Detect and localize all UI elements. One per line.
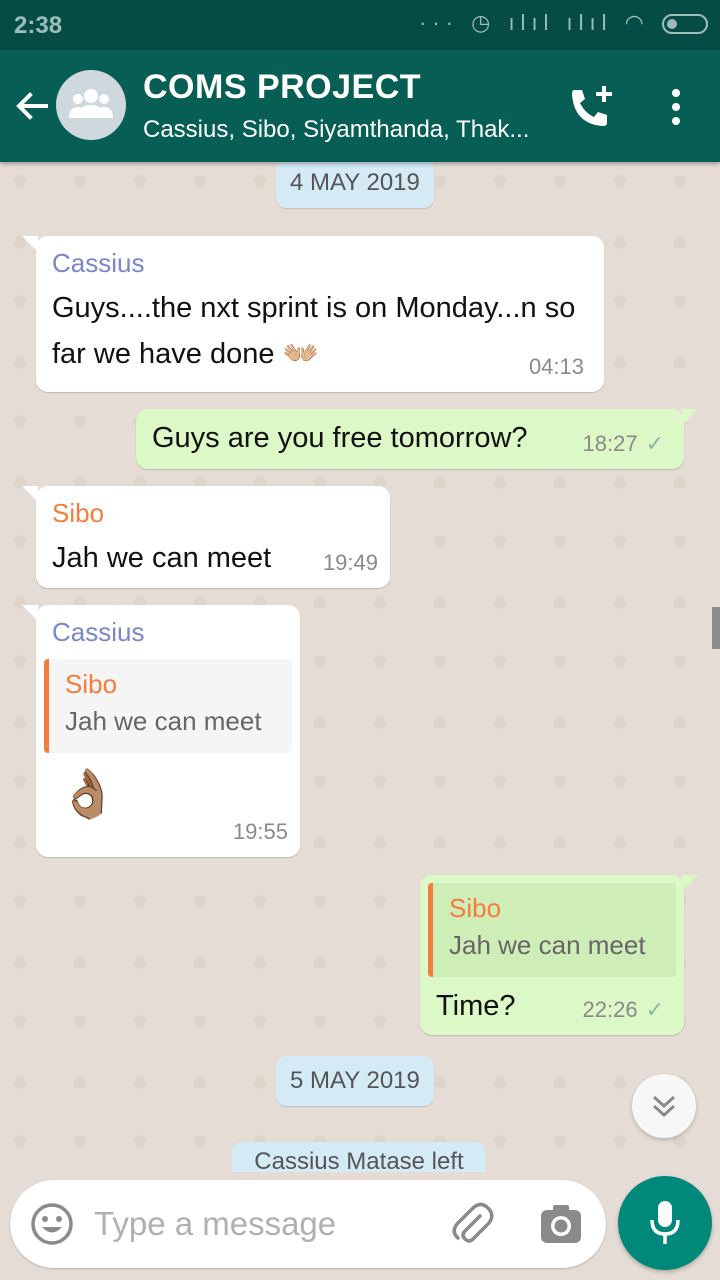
quoted-text: Jah we can meet <box>65 706 262 736</box>
back-button[interactable] <box>12 86 52 126</box>
add-call-button[interactable] <box>566 84 616 130</box>
message-bubble-outgoing[interactable]: Sibo Jah we can meet Time? 22:26 ✓ <box>420 875 698 1035</box>
voice-record-button[interactable] <box>618 1176 712 1270</box>
paperclip-icon <box>452 1202 494 1243</box>
emoji-icon <box>31 1203 73 1245</box>
message-sender: Cassius <box>52 248 145 278</box>
camera-icon <box>541 1205 581 1243</box>
camera-button[interactable] <box>540 1204 582 1244</box>
date-divider: 5 MAY 2019 <box>276 1056 434 1106</box>
chat-participants[interactable]: Cassius, Sibo, Siyamthanda, Thak... <box>143 116 553 144</box>
message-time: 19:55 <box>232 819 288 844</box>
quoted-sender: Sibo <box>65 669 118 699</box>
emoji-button[interactable] <box>30 1202 74 1246</box>
message-sender: Sibo <box>52 498 105 528</box>
message-time: 18:27 <box>582 431 638 456</box>
scroll-to-bottom-button[interactable] <box>632 1074 696 1138</box>
message-emoji: 👌🏽 <box>58 768 118 821</box>
quoted-message[interactable]: Sibo Jah we can meet <box>44 659 292 753</box>
message-time: 04:13 <box>528 354 584 379</box>
bubble-tail <box>682 875 698 891</box>
bubble-tail <box>22 605 38 621</box>
status-icons: ··· ◷ ılıl ılıl ◠ <box>419 10 708 36</box>
quoted-sender: Sibo <box>449 893 502 923</box>
quoted-text: Jah we can meet <box>449 930 646 960</box>
sent-check-icon: ✓ <box>645 431 664 456</box>
bubble-tail <box>682 409 698 425</box>
mic-icon <box>650 1201 680 1244</box>
message-bubble-incoming[interactable]: Sibo Jah we can meet 19:49 <box>22 486 390 588</box>
message-meta: 22:26 ✓ <box>583 997 665 1023</box>
message-text: Time? <box>436 990 516 1022</box>
message-bubble-incoming[interactable]: Cassius Sibo Jah we can meet 👌🏽 19:55 <box>22 605 300 857</box>
bubble-tail <box>22 486 38 502</box>
chat-title[interactable]: COMS PROJECT <box>143 68 421 107</box>
message-sender: Cassius <box>52 617 145 647</box>
add-call-icon <box>572 86 612 126</box>
arrow-left-icon <box>16 92 48 120</box>
message-text: Guys....the nxt sprint is on Monday...n … <box>52 292 576 370</box>
more-options-button[interactable] <box>660 84 692 130</box>
status-time: 2:38 <box>14 12 63 39</box>
quoted-message[interactable]: Sibo Jah we can meet <box>428 883 676 977</box>
message-list[interactable]: 4 MAY 2019 Cassius Guys....the nxt sprin… <box>0 162 720 1172</box>
group-icon <box>69 89 113 118</box>
status-indicator-icons: ··· ◷ ılıl ılıl ◠ <box>419 10 650 35</box>
status-bar: 2:38 ··· ◷ ılıl ılıl ◠ <box>0 0 720 50</box>
group-avatar[interactable] <box>56 70 126 140</box>
message-bubble-incoming[interactable]: Cassius Guys....the nxt sprint is on Mon… <box>22 236 604 392</box>
double-chevron-down-icon <box>652 1095 676 1118</box>
message-meta: 18:27 ✓ <box>583 431 665 457</box>
message-time: 19:49 <box>322 550 378 575</box>
message-time: 22:26 <box>582 997 638 1022</box>
date-divider: 4 MAY 2019 <box>276 162 434 208</box>
more-vert-icon <box>672 89 680 125</box>
message-bubble-outgoing[interactable]: Guys are you free tomorrow? 18:27 ✓ <box>136 409 698 469</box>
battery-icon <box>662 14 708 35</box>
system-message: Cassius Matase left <box>232 1142 486 1172</box>
attach-button[interactable] <box>450 1202 494 1246</box>
message-composer <box>10 1180 606 1268</box>
chat-header: COMS PROJECT Cassius, Sibo, Siyamthanda,… <box>0 50 720 162</box>
sent-check-icon: ✓ <box>645 997 664 1022</box>
scrollbar-thumb[interactable] <box>712 607 720 649</box>
message-input[interactable] <box>94 1198 424 1250</box>
bubble-tail <box>22 236 38 252</box>
